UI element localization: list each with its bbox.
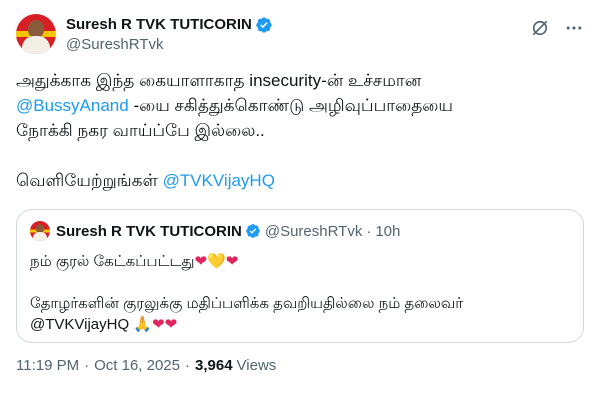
quoted-line-2: தோழர்களின் குரலுக்கு மதிப்பளிக்க தவறியதி… [30,295,464,312]
tweet-header: Suresh R TVK TUTICORIN @SureshRTvk [16,14,584,62]
red-heart-emoji: ❤ [164,316,178,333]
footer-separator: · [84,357,90,374]
verified-badge-icon [246,224,260,238]
avatar-body [33,232,47,241]
red-heart-emoji: ❤ [194,253,208,270]
tweet-footer: 11:19 PM · Oct 16, 2025 · 3,964 Views [16,357,584,374]
author-display-name[interactable]: Suresh R TVK TUTICORIN [66,15,252,35]
tweet-line-2: -யை சகித்துக்கொண்டு அழிவுப்பாதையை [128,96,453,115]
views-count[interactable]: 3,964 [195,357,233,374]
author-name-row: Suresh R TVK TUTICORIN [66,15,530,35]
tweet-text: அதுக்காக இந்த கையாளாகாத insecurity-ன் உச… [16,68,584,193]
tweet-card: Suresh R TVK TUTICORIN @SureshRTvk அதுக்… [0,0,600,400]
quoted-line-1: நம் குரல் கேட்கப்பட்டது [30,253,195,270]
quoted-tweet-header: Suresh R TVK TUTICORIN @SureshRTvk · 10h [30,221,570,241]
verified-badge-icon [256,17,272,33]
author-avatar[interactable] [16,14,56,54]
red-heart-emoji: ❤ [152,316,165,333]
mention-bussyanand[interactable]: @BussyAnand [16,96,129,115]
top-actions [530,14,584,38]
tweet-time[interactable]: 11:19 PM [16,357,79,374]
tweet-date[interactable]: Oct 16, 2025 [94,357,180,374]
folded-hands-emoji: 🙏 [133,316,152,333]
quoted-separator: · [366,222,372,240]
mention-tvkvijayhq[interactable]: @TVKVijayHQ [163,171,275,190]
quoted-mention-tvkvijayhq: @TVKVijayHQ [30,316,130,333]
quoted-author-avatar[interactable] [30,221,50,241]
quoted-author-handle[interactable]: @SureshRTvk [265,223,362,240]
author-name-block: Suresh R TVK TUTICORIN @SureshRTvk [66,14,530,55]
grok-icon[interactable] [530,18,550,38]
tweet-line-1: அதுக்காக இந்த கையாளாகாத insecurity-ன் உச… [16,71,422,90]
quoted-tweet[interactable]: Suresh R TVK TUTICORIN @SureshRTvk · 10h… [16,209,584,343]
quoted-tweet-text: நம் குரல் கேட்கப்பட்டது❤💛❤ [30,251,570,272]
more-options-icon[interactable] [564,18,584,38]
footer-separator: · [185,357,190,374]
tweet-line-4: வெளியேற்றுங்கள் [16,171,163,190]
quoted-tweet-text-2: தோழர்களின் குரலுக்கு மதிப்பளிக்க தவறியதி… [30,293,570,335]
views-label: Views [236,357,277,374]
quoted-time-ago[interactable]: 10h [375,223,400,240]
avatar-body [22,36,50,54]
tweet-line-3: நோக்கி நகர வாய்ப்பே இல்லை.. [16,121,265,140]
quoted-author-name[interactable]: Suresh R TVK TUTICORIN [56,223,242,240]
author-handle[interactable]: @SureshRTvk [66,35,530,55]
yellow-heart-emoji: 💛 [207,253,226,270]
red-heart-emoji: ❤ [225,253,239,270]
